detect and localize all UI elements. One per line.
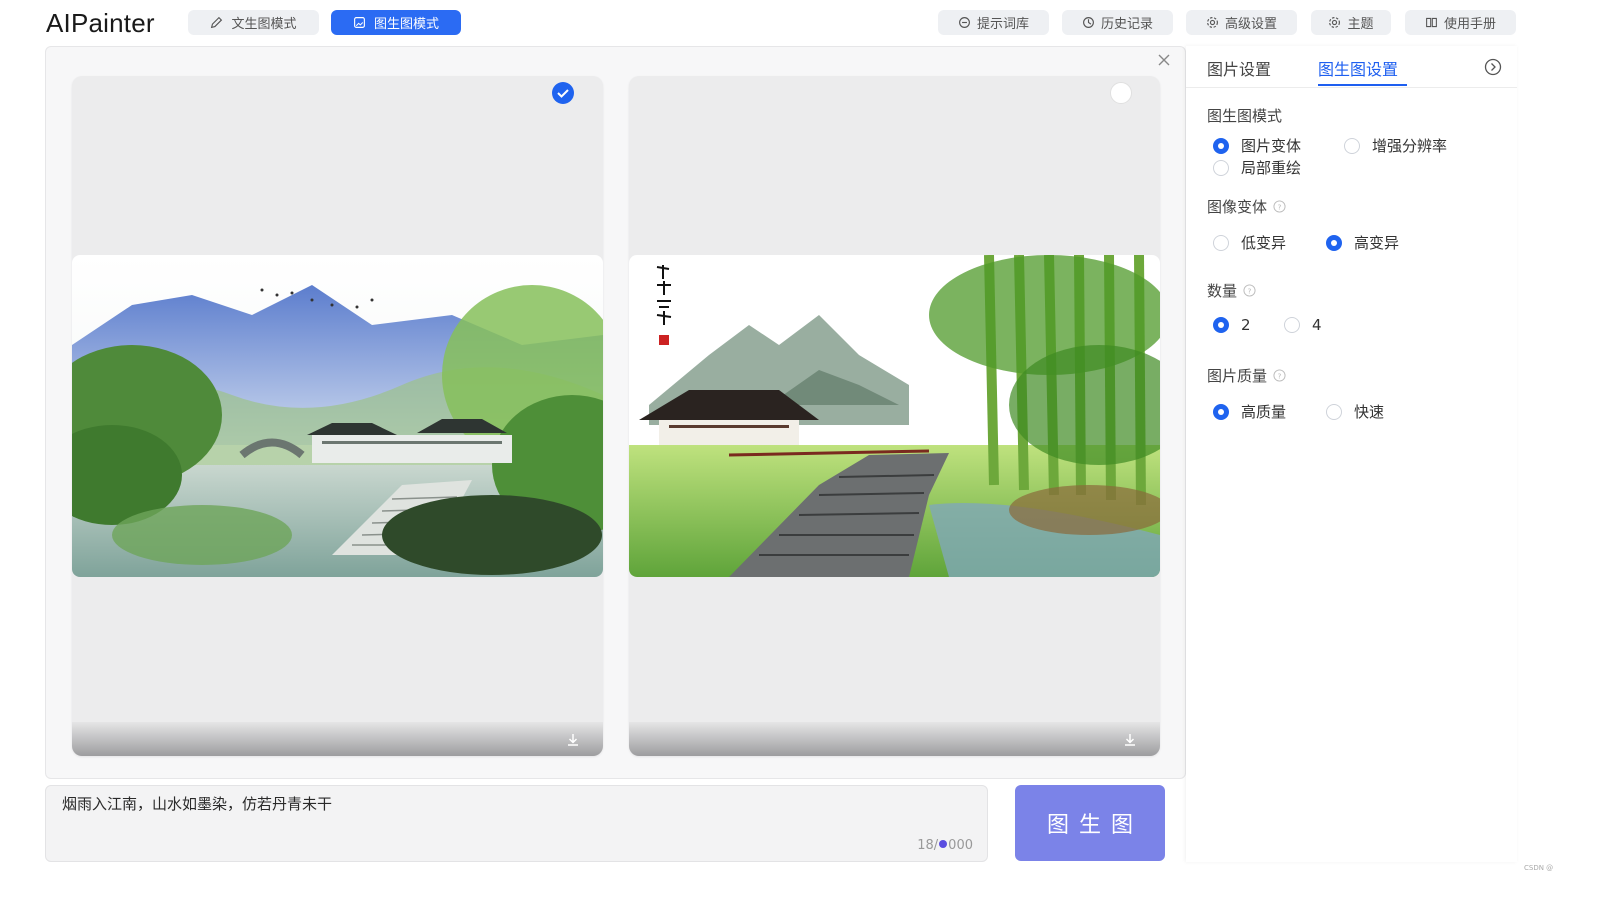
radio-checked-icon bbox=[1213, 403, 1229, 420]
generated-image[interactable] bbox=[72, 255, 603, 577]
settings-icon bbox=[1207, 17, 1218, 28]
svg-text:?: ? bbox=[1278, 202, 1282, 211]
svg-text:?: ? bbox=[1278, 371, 1282, 380]
radio-count-4[interactable]: 4 bbox=[1284, 316, 1322, 334]
settings-tabs: 图片设置 图生图设置 bbox=[1186, 46, 1517, 88]
generated-image[interactable] bbox=[629, 255, 1160, 577]
mode-label: 文生图模式 bbox=[231, 17, 297, 32]
svg-text:?: ? bbox=[1248, 286, 1252, 295]
card-footer bbox=[72, 722, 603, 756]
mode-label: 图生图模式 bbox=[373, 17, 439, 32]
settings-panel: 图片设置 图生图设置 图生图模式 图片变体 增强分辨率 局部重绘 图像变体 ? … bbox=[1186, 46, 1517, 862]
collapse-panel-icon[interactable] bbox=[1484, 58, 1502, 76]
tab-img2img-settings[interactable]: 图生图设置 bbox=[1318, 56, 1398, 80]
image-icon bbox=[354, 17, 365, 28]
prompt-icon bbox=[959, 17, 970, 28]
radio-unchecked-icon bbox=[1344, 137, 1360, 154]
count-section-label: 数量 ? bbox=[1207, 280, 1256, 301]
history-button[interactable]: 历史记录 bbox=[1062, 10, 1173, 35]
nav-label: 提示词库 bbox=[976, 17, 1029, 32]
help-icon[interactable]: ? bbox=[1273, 200, 1286, 213]
nav-label: 使用手册 bbox=[1443, 17, 1496, 32]
result-card[interactable] bbox=[72, 76, 603, 756]
close-icon[interactable] bbox=[1156, 52, 1172, 68]
prompt-input[interactable]: 烟雨入江南，山水如墨染，仿若丹青未干 18/000 bbox=[45, 785, 988, 862]
advanced-settings-button[interactable]: 高级设置 bbox=[1186, 10, 1297, 35]
nav-label: 历史记录 bbox=[1100, 17, 1153, 32]
char-counter: 18/000 bbox=[917, 838, 973, 853]
radio-unchecked-icon bbox=[1213, 159, 1229, 176]
selected-check-icon[interactable] bbox=[552, 82, 574, 104]
top-bar: AIPainter 文生图模式 图生图模式 提示词库 历史记录 高级设置 主题 … bbox=[0, 0, 1600, 46]
help-icon[interactable]: ? bbox=[1273, 369, 1286, 382]
tab-image-settings[interactable]: 图片设置 bbox=[1207, 56, 1271, 80]
radio-low-variation[interactable]: 低变异 bbox=[1213, 232, 1286, 253]
theme-icon bbox=[1329, 17, 1341, 28]
theme-button[interactable]: 主题 bbox=[1311, 10, 1391, 35]
nav-label: 主题 bbox=[1347, 17, 1374, 32]
download-icon[interactable] bbox=[1122, 732, 1138, 748]
app-logo: AIPainter bbox=[46, 8, 155, 38]
prompt-library-button[interactable]: 提示词库 bbox=[938, 10, 1049, 35]
char-count: 18 bbox=[917, 838, 934, 853]
download-icon[interactable] bbox=[565, 732, 581, 748]
variation-section-label: 图像变体 ? bbox=[1207, 196, 1286, 217]
radio-high-variation[interactable]: 高变异 bbox=[1326, 232, 1399, 253]
radio-high-quality[interactable]: 高质量 bbox=[1213, 401, 1286, 422]
radio-checked-icon bbox=[1213, 317, 1229, 333]
radio-unchecked-icon bbox=[1284, 317, 1300, 333]
card-footer bbox=[629, 722, 1160, 756]
tab-underline bbox=[1318, 84, 1407, 86]
radio-inpaint[interactable]: 局部重绘 bbox=[1213, 157, 1301, 178]
radio-fast[interactable]: 快速 bbox=[1326, 401, 1384, 422]
radio-count-2[interactable]: 2 bbox=[1213, 316, 1251, 334]
image-to-image-mode-button[interactable]: 图生图模式 bbox=[331, 10, 461, 35]
unselected-check-icon[interactable] bbox=[1110, 82, 1132, 104]
radio-checked-icon bbox=[1213, 137, 1229, 154]
radio-enhance-resolution[interactable]: 增强分辨率 bbox=[1344, 135, 1447, 156]
radio-unchecked-icon bbox=[1213, 234, 1229, 251]
radio-unchecked-icon bbox=[1326, 403, 1342, 420]
prompt-text[interactable]: 烟雨入江南，山水如墨染，仿若丹青未干 bbox=[62, 793, 332, 814]
book-icon bbox=[1426, 17, 1437, 28]
help-icon[interactable]: ? bbox=[1243, 284, 1256, 297]
user-manual-button[interactable]: 使用手册 bbox=[1405, 10, 1516, 35]
cursor-dot-icon bbox=[939, 840, 948, 848]
radio-image-variation[interactable]: 图片变体 bbox=[1213, 135, 1301, 156]
generate-button[interactable]: 图生图 bbox=[1015, 785, 1165, 861]
text-to-image-mode-button[interactable]: 文生图模式 bbox=[188, 10, 319, 35]
char-max: 000 bbox=[948, 838, 973, 853]
pencil-icon bbox=[211, 16, 223, 29]
radio-checked-icon bbox=[1326, 234, 1342, 251]
mode-section-label: 图生图模式 bbox=[1207, 107, 1283, 125]
history-icon bbox=[1083, 17, 1094, 28]
quality-section-label: 图片质量 ? bbox=[1207, 365, 1286, 386]
watermark: CSDN @ bbox=[1524, 864, 1554, 872]
result-card[interactable] bbox=[629, 76, 1160, 756]
nav-label: 高级设置 bbox=[1224, 17, 1277, 32]
